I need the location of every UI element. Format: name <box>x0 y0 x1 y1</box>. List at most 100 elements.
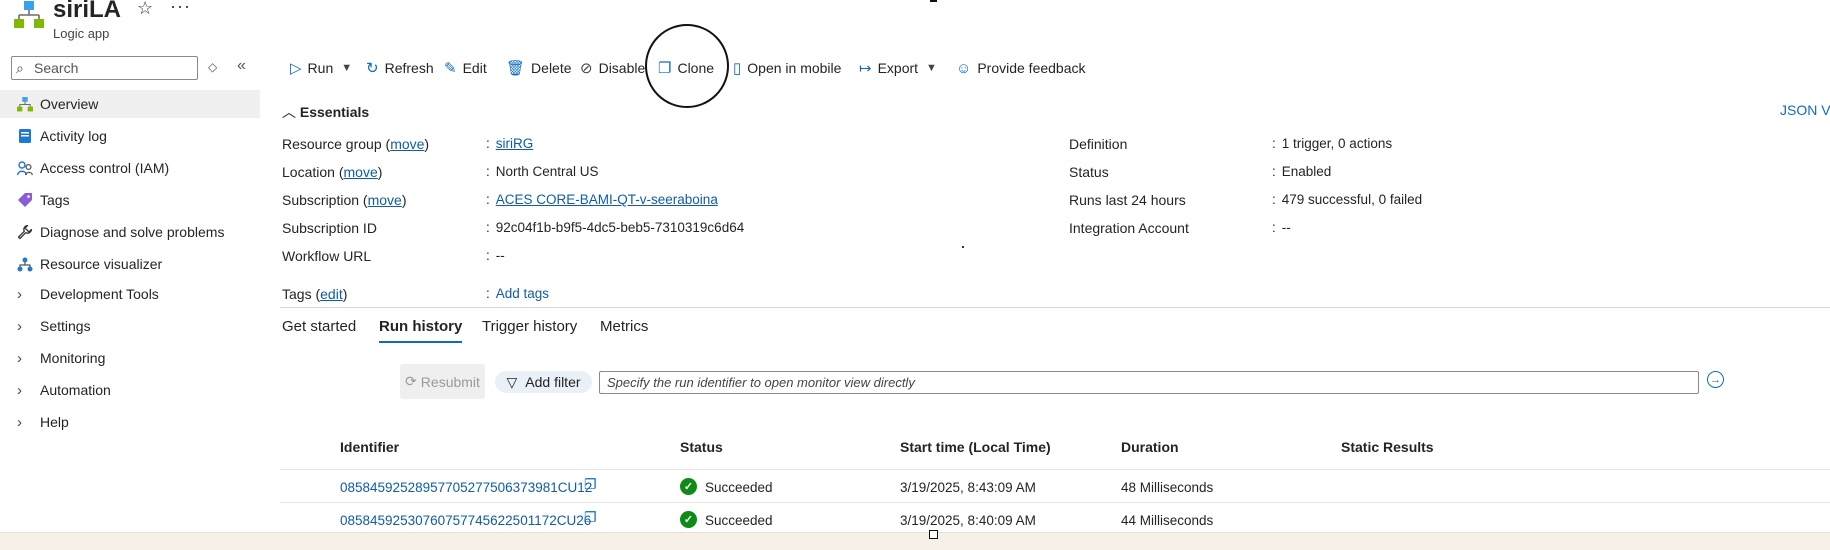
status-value: : Enabled <box>1272 164 1332 179</box>
sidebar-item-label: Settings <box>40 318 91 334</box>
workflow-url-value: : -- <box>486 248 505 263</box>
resource-group-move-link[interactable]: move <box>390 136 424 152</box>
copy-icon[interactable]: ❐ <box>584 509 597 526</box>
sidebar-item-activity-log[interactable]: Activity log <box>0 122 260 150</box>
more-options-icon[interactable]: ··· <box>170 0 191 17</box>
sidebar-item-settings[interactable]: › Settings <box>0 312 260 340</box>
run-button[interactable]: ▷ Run ▼ <box>290 56 352 80</box>
sidebar-search[interactable]: ⌕ <box>11 56 198 80</box>
sidebar-item-label: Diagnose and solve problems <box>40 224 225 240</box>
collapse-sidebar-icon[interactable]: « <box>237 57 246 75</box>
provide-feedback-button[interactable]: ☺ Provide feedback <box>956 56 1086 80</box>
tab-metrics[interactable]: Metrics <box>600 318 648 341</box>
favorite-star-icon[interactable]: ☆ <box>137 0 153 19</box>
export-label: Export <box>877 60 919 76</box>
sidebar-item-development-tools[interactable]: › Development Tools <box>0 280 260 308</box>
sidebar-item-overview[interactable]: Overview <box>0 90 260 118</box>
resubmit-button[interactable]: ⟳ Resubmit <box>400 364 485 399</box>
tag-icon <box>14 192 36 208</box>
logic-app-icon <box>14 1 44 28</box>
tab-run-history[interactable]: Run history <box>379 318 463 343</box>
trash-icon: 🗑 <box>506 60 526 77</box>
workflow-url-label: Workflow URL <box>282 248 372 264</box>
edit-label: Edit <box>462 60 487 76</box>
run-label: Run <box>307 60 334 76</box>
resource-group-value: : siriRG <box>486 136 534 151</box>
json-view-link[interactable]: JSON View <box>1780 102 1830 118</box>
resource-group-link[interactable]: siriRG <box>496 136 534 151</box>
status-bar <box>0 532 1830 550</box>
column-header-duration[interactable]: Duration <box>1121 439 1179 455</box>
subscription-link[interactable]: ACES CORE-BAMI-QT-v-seeraboina <box>496 192 718 207</box>
definition-value: :1 trigger, 0 actions <box>1272 136 1393 151</box>
refresh-icon: ↻ <box>366 60 379 77</box>
sidebar-item-tags[interactable]: Tags <box>0 186 260 214</box>
export-button[interactable]: ↦ Export ▼ <box>859 56 937 80</box>
sidebar-item-resource-visualizer[interactable]: Resource visualizer <box>0 250 260 278</box>
sidebar-item-monitoring[interactable]: › Monitoring <box>0 344 260 372</box>
subscription-move-link[interactable]: move <box>368 192 402 208</box>
resubmit-label: Resubmit <box>420 373 480 390</box>
essentials-heading: Essentials <box>299 104 370 120</box>
add-filter-label: Add filter <box>525 374 581 390</box>
run-status: Succeeded <box>705 513 773 528</box>
logic-app-icon <box>14 96 36 112</box>
sidebar-item-help[interactable]: › Help <box>0 408 260 436</box>
stray-dot <box>962 246 964 248</box>
tab-get-started[interactable]: Get started <box>282 318 356 341</box>
column-header-status[interactable]: Status <box>680 439 723 455</box>
selection-handle-top <box>930 0 937 2</box>
run-identifier-input[interactable] <box>599 371 1699 394</box>
run-start-time: 3/19/2025, 8:43:09 AM <box>900 480 1036 495</box>
runs-label: Runs last 24 hours <box>1069 192 1186 208</box>
refresh-button[interactable]: ↻ Refresh <box>366 56 434 80</box>
disable-icon: ⊘ <box>580 60 593 77</box>
copy-icon[interactable]: ❐ <box>584 476 597 493</box>
integration-account-label: Integration Account <box>1069 220 1189 236</box>
workflow-url-text: -- <box>495 248 505 263</box>
sidebar-item-diagnose[interactable]: Diagnose and solve problems <box>0 218 260 246</box>
integration-account-value: : -- <box>1272 220 1291 235</box>
add-tags-link[interactable]: Add tags <box>496 286 549 301</box>
essentials-toggle[interactable]: ︿ Essentials <box>282 102 369 122</box>
location-value-text: North Central US <box>495 164 599 179</box>
edit-button[interactable]: ✎ Edit <box>444 56 487 80</box>
run-start-time: 3/19/2025, 8:40:09 AM <box>900 513 1036 528</box>
search-icon: ⌕ <box>16 60 24 76</box>
tags-edit-link[interactable]: edit <box>320 286 343 302</box>
subscription-id-text: 92c04f1b-b9f5-4dc5-beb5-7310319c6d64 <box>495 220 745 235</box>
chevron-down-icon: ▼ <box>341 62 353 74</box>
tab-trigger-history[interactable]: Trigger history <box>482 318 577 341</box>
subscription-value: : ACES CORE-BAMI-QT-v-seeraboina <box>486 192 718 207</box>
filter-icon: ▽ <box>506 373 518 390</box>
sidebar-item-access-control[interactable]: Access control (IAM) <box>0 154 260 182</box>
page-title: siriLA <box>53 0 122 23</box>
run-identifier-link[interactable]: 08584592530760757745622501172CU26 <box>340 513 591 528</box>
disable-button[interactable]: ⊘ Disable <box>580 56 645 80</box>
success-check-icon: ✓ <box>680 511 697 528</box>
sidebar-item-label: Monitoring <box>40 350 106 366</box>
wrench-icon <box>14 224 36 240</box>
integration-account-text: -- <box>1281 220 1291 235</box>
column-header-start-time[interactable]: Start time (Local Time) <box>900 439 1051 455</box>
sidebar-item-label: Overview <box>40 96 99 112</box>
hierarchy-icon <box>14 257 36 272</box>
definition-text: 1 trigger, 0 actions <box>1281 136 1393 151</box>
column-header-identifier[interactable]: Identifier <box>340 439 399 455</box>
definition-label: Definition <box>1069 136 1128 152</box>
sort-icon[interactable]: ◇ <box>208 60 217 74</box>
pencil-icon: ✎ <box>444 60 457 77</box>
open-in-mobile-button[interactable]: ▯ Open in mobile <box>733 56 841 80</box>
sidebar-item-label: Automation <box>40 382 111 398</box>
sidebar-item-label: Help <box>40 414 69 430</box>
column-header-static-results[interactable]: Static Results <box>1341 439 1434 455</box>
delete-button[interactable]: 🗑 Delete <box>506 56 572 80</box>
location-move-link[interactable]: move <box>344 164 378 180</box>
add-filter-button[interactable]: ▽ Add filter <box>495 371 592 393</box>
search-input[interactable] <box>34 59 194 77</box>
sidebar-item-automation[interactable]: › Automation <box>0 376 260 404</box>
run-identifier-link[interactable]: 08584592528957705277506373981CU12 <box>340 480 592 495</box>
resource-group-label: Resource group (move) <box>282 136 430 152</box>
go-arrow-icon[interactable]: → <box>1707 371 1724 388</box>
resource-group-label-text: Resource group <box>282 136 382 152</box>
